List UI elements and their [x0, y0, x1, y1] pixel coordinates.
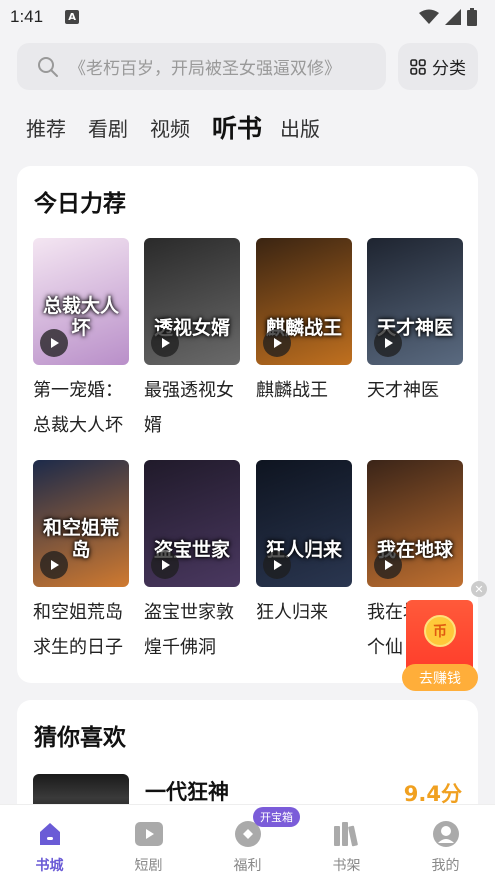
battery-icon: [467, 8, 477, 26]
status-bar: 1:41 A: [0, 0, 495, 34]
section-title-guess: 猜你喜欢: [34, 725, 126, 751]
book-cover[interactable]: 我在地球: [367, 460, 463, 587]
treasure-badge: 开宝箱: [253, 807, 300, 827]
book-item[interactable]: 盗宝世家盗宝世家敦煌千佛洞: [144, 460, 240, 665]
signal-icon: [445, 9, 461, 25]
nav-label: 书城: [35, 858, 64, 874]
tab-video[interactable]: 视频: [150, 110, 190, 148]
bookshelf-icon: [332, 819, 362, 849]
book-title[interactable]: 和空姐荒岛求生的日子: [33, 595, 129, 665]
nav-short-drama[interactable]: 短剧: [99, 805, 198, 880]
book-cover[interactable]: 盗宝世家: [144, 460, 240, 587]
earn-money-button[interactable]: 去赚钱: [402, 664, 478, 691]
book-title[interactable]: 麒麟战王: [256, 373, 352, 443]
book-item[interactable]: 透视女婿最强透视女婿: [144, 238, 240, 443]
play-icon[interactable]: [263, 551, 291, 579]
play-icon[interactable]: [151, 551, 179, 579]
bottom-nav: 书城 短剧 开宝箱 福利 书架 我的: [0, 804, 495, 880]
book-item[interactable]: 总裁大人坏第一宠婚：总裁大人坏: [33, 238, 129, 443]
play-icon[interactable]: [40, 329, 68, 357]
book-title[interactable]: 第一宠婚：总裁大人坏: [33, 373, 129, 443]
nav-label: 福利: [233, 858, 262, 874]
search-placeholder: 《老朽百岁，开局被圣女强逼双修》: [69, 59, 341, 79]
status-time: 1:41: [10, 7, 44, 26]
nav-label: 书架: [332, 858, 361, 874]
play-video-icon: [134, 819, 164, 849]
home-icon: [35, 819, 65, 849]
top-tabs: 推荐 看剧 视频 听书 出版: [26, 108, 342, 148]
book-item[interactable]: 狂人归来 狂人归来: [256, 460, 352, 665]
play-icon[interactable]: [374, 329, 402, 357]
book-title[interactable]: 一代狂神: [145, 776, 229, 806]
play-icon[interactable]: [263, 329, 291, 357]
book-cover[interactable]: 狂人归来: [256, 460, 352, 587]
tab-recommend[interactable]: 推荐: [26, 110, 66, 148]
category-label: 分类: [432, 59, 466, 79]
nav-profile[interactable]: 我的: [396, 805, 495, 880]
nav-bookstore[interactable]: 书城: [0, 805, 99, 880]
tab-drama[interactable]: 看剧: [88, 110, 128, 148]
search-input[interactable]: 《老朽百岁，开局被圣女强逼双修》: [17, 43, 386, 90]
grid-icon: [410, 58, 426, 75]
search-icon: [38, 56, 58, 77]
nav-welfare[interactable]: 开宝箱 福利: [198, 805, 300, 880]
book-item[interactable]: 天才神医 天才神医: [367, 238, 463, 443]
book-cover[interactable]: 和空姐荒岛: [33, 460, 129, 587]
book-title[interactable]: 狂人归来: [256, 595, 352, 665]
notification-icon: A: [65, 10, 80, 24]
book-cover[interactable]: 麒麟战王: [256, 238, 352, 365]
category-button[interactable]: 分类: [398, 43, 478, 90]
book-cover[interactable]: 透视女婿: [144, 238, 240, 365]
book-title[interactable]: 盗宝世家敦煌千佛洞: [144, 595, 240, 665]
book-title[interactable]: 最强透视女婿: [144, 373, 240, 443]
play-icon[interactable]: [374, 551, 402, 579]
book-cover[interactable]: 总裁大人坏: [33, 238, 129, 365]
section-title: 今日力荐: [34, 191, 126, 217]
coin-icon: 币: [424, 615, 456, 647]
book-cover[interactable]: 天才神医: [367, 238, 463, 365]
nav-label: 短剧: [134, 858, 163, 874]
book-item[interactable]: 麒麟战王 麒麟战王: [256, 238, 352, 443]
wifi-icon: [419, 9, 439, 24]
play-icon[interactable]: [151, 329, 179, 357]
book-item[interactable]: 和空姐荒岛和空姐荒岛求生的日子: [33, 460, 129, 665]
tab-audiobook[interactable]: 听书: [212, 110, 262, 148]
nav-label: 我的: [431, 858, 460, 874]
book-title[interactable]: 天才神医: [367, 373, 463, 443]
nav-bookshelf[interactable]: 书架: [297, 805, 396, 880]
close-icon[interactable]: ✕: [471, 581, 487, 597]
tab-publishing[interactable]: 出版: [280, 110, 320, 148]
play-icon[interactable]: [40, 551, 68, 579]
profile-icon: [431, 819, 461, 849]
status-icons: [419, 8, 477, 26]
